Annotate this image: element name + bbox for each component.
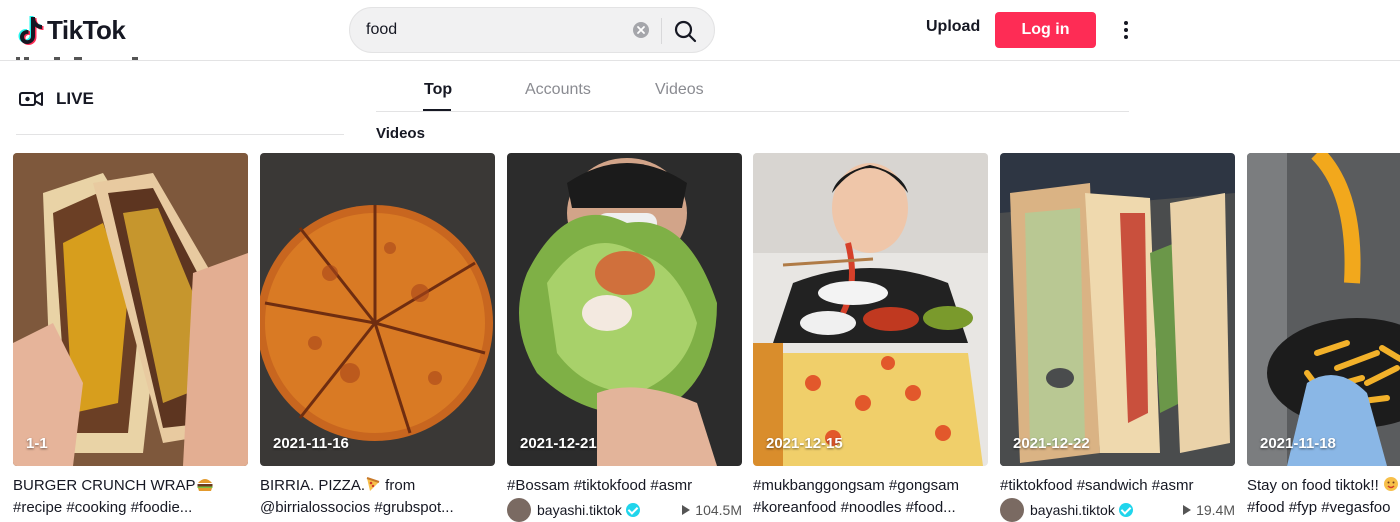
tab-videos[interactable]: Videos (655, 81, 704, 99)
video-caption-line1: BIRRIA. PIZZA. (260, 477, 366, 494)
video-date: 2021-12-22 (1013, 435, 1090, 452)
video-card[interactable]: 2021-11-18 Stay on food tiktok!! #food #… (1247, 153, 1400, 515)
video-thumbnail[interactable]: 2021-12-21 (507, 153, 742, 466)
play-icon (1183, 505, 1192, 515)
sidebar-divider (16, 134, 344, 135)
birria-pizza-image (260, 153, 495, 466)
tab-top[interactable]: Top (424, 81, 452, 99)
video-thumbnail[interactable]: 1-1 (13, 153, 248, 466)
video-caption-line1: BURGER CRUNCH WRAP (13, 477, 196, 494)
video-description: #tiktokfood #sandwich #asmr (1000, 477, 1194, 494)
video-thumbnail[interactable]: 2021-11-18 (1247, 153, 1400, 466)
clear-search-icon[interactable] (633, 22, 649, 38)
video-thumbnail[interactable]: 2021-12-22 (1000, 153, 1235, 466)
video-description: #mukbanggongsam #gongsam (753, 477, 959, 494)
video-hashtags: #food #fyp #vegasfoo (1247, 499, 1391, 515)
more-options-icon[interactable] (1116, 18, 1136, 42)
video-card[interactable]: 2021-12-15 #mukbanggongsam #gongsam #kor… (753, 153, 988, 516)
video-card[interactable]: 2021-12-22 #tiktokfood #sandwich #asmr b… (1000, 153, 1235, 522)
video-description: #Bossam #tiktokfood #asmr (507, 477, 693, 494)
video-date: 1-1 (26, 435, 48, 452)
cheese-fries-image (1247, 153, 1400, 466)
avatar[interactable] (1000, 498, 1024, 522)
video-description: BURGER CRUNCH WRAP (13, 475, 248, 497)
avatar[interactable] (507, 498, 531, 522)
author-name[interactable]: bayashi.tiktok (537, 502, 622, 518)
author-name[interactable]: bayashi.tiktok (1030, 502, 1115, 518)
bossam-lettuce-image (507, 153, 742, 466)
search-tabs: Top Accounts Videos (376, 80, 1129, 112)
video-author-row: bayashi.tiktok 104.5M (507, 498, 742, 522)
video-description: BIRRIA. PIZZA. from (260, 475, 495, 497)
sandwich-image (1000, 153, 1235, 466)
view-count: 19.4M (1183, 502, 1235, 518)
video-caption-tail: from (381, 477, 416, 494)
video-hashtags: #recipe #cooking #foodie... (13, 499, 193, 516)
tab-accounts[interactable]: Accounts (525, 81, 591, 99)
top-header: TikTok Upload Log in (0, 0, 1400, 61)
search-input[interactable] (366, 8, 626, 52)
video-date: 2021-12-15 (766, 435, 843, 452)
upload-button[interactable]: Upload (926, 18, 980, 36)
play-icon (682, 505, 691, 515)
video-hashtags: #koreanfood #noodles #food... (753, 499, 956, 516)
mukbang-noodles-image (753, 153, 988, 466)
video-date: 2021-11-16 (273, 435, 349, 452)
tiktok-logo-icon (18, 16, 44, 45)
section-title: Videos (376, 125, 425, 142)
search-button[interactable] (668, 14, 702, 48)
view-count-value: 104.5M (695, 502, 742, 518)
video-hashtags: @birrialossocios #grubspot... (260, 499, 454, 516)
emoji-icon (1383, 477, 1398, 491)
sidebar-item-live[interactable]: LIVE (18, 88, 94, 110)
active-tab-indicator (423, 109, 451, 111)
view-count: 104.5M (682, 502, 742, 518)
video-author-row: bayashi.tiktok 19.4M (1000, 498, 1235, 522)
video-thumbnail[interactable]: 2021-11-16 (260, 153, 495, 466)
tiktok-logo[interactable]: TikTok (18, 14, 126, 46)
video-date: 2021-11-18 (1260, 435, 1336, 452)
video-card[interactable]: 2021-12-21 #Bossam #tiktokfood #asmr bay… (507, 153, 742, 522)
login-button[interactable]: Log in (995, 12, 1096, 48)
burger-wrap-image (13, 153, 248, 466)
search-bar (349, 7, 715, 53)
live-icon (19, 92, 43, 106)
video-description: Stay on food tiktok!! (1247, 475, 1400, 497)
view-count-value: 19.4M (1196, 502, 1235, 518)
burger-emoji-icon (197, 479, 213, 491)
video-thumbnail[interactable]: 2021-12-15 (753, 153, 988, 466)
video-caption-line1: Stay on food tiktok!! (1247, 477, 1379, 494)
logo-text: TikTok (47, 14, 126, 45)
video-card[interactable]: 2021-11-16 BIRRIA. PIZZA. from @birrialo… (260, 153, 495, 516)
sidebar-scrolled-content (14, 54, 144, 64)
video-card[interactable]: 1-1 BURGER CRUNCH WRAP #recipe #cooking … (13, 153, 248, 516)
pizza-emoji-icon (366, 477, 380, 491)
video-date: 2021-12-21 (520, 435, 597, 452)
search-divider (661, 18, 662, 44)
sidebar-item-label: LIVE (56, 89, 94, 108)
search-icon (674, 20, 697, 43)
